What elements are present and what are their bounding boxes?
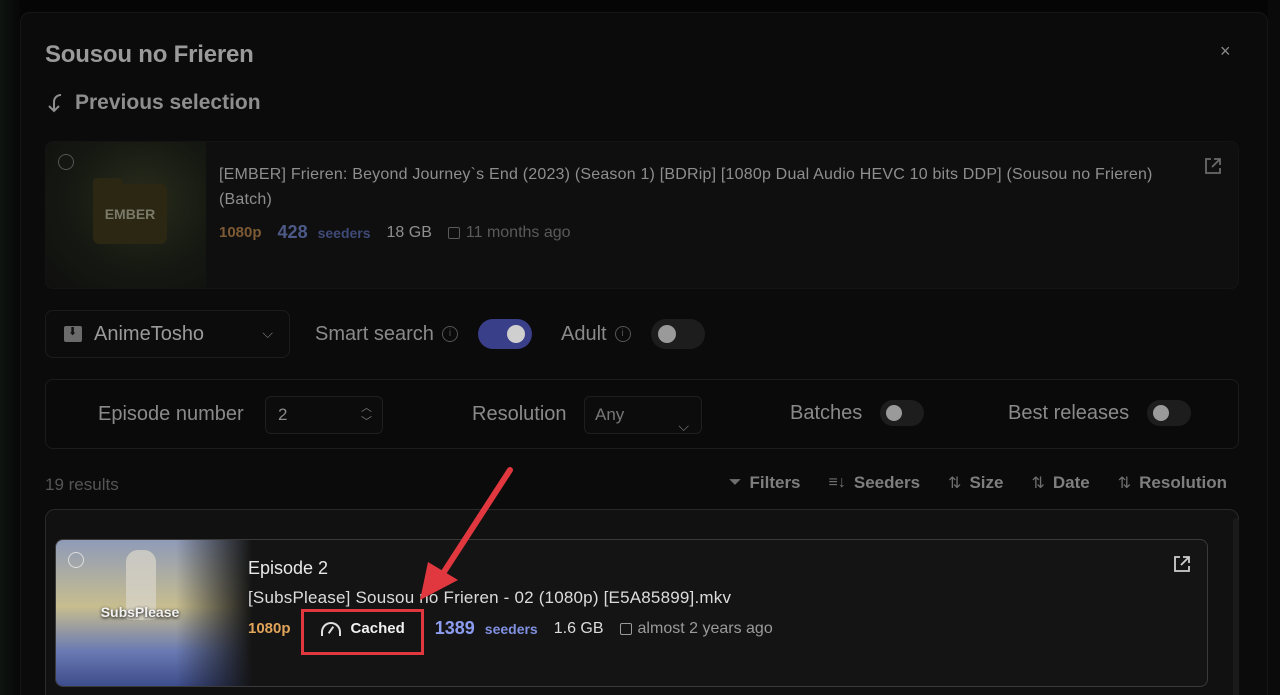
previous-meta: 1080p 428 seeders 18 GB 11 months ago — [219, 222, 571, 243]
sort-icon: ⇅ — [1031, 475, 1045, 492]
folder-icon: EMBER — [93, 178, 167, 244]
calendar-icon — [447, 226, 460, 239]
file-name: [SubsPlease] Sousou no Frieren - 02 (108… — [248, 588, 732, 607]
resolution-badge: 1080p — [248, 620, 291, 637]
episode-title: Episode 2 — [248, 558, 329, 578]
results-count: 19 results — [45, 475, 119, 494]
scrollbar[interactable] — [1233, 518, 1239, 695]
toggle-knob — [886, 405, 903, 421]
backdrop-right — [1268, 0, 1280, 695]
upload-date: almost 2 years ago — [619, 619, 773, 638]
info-icon[interactable]: i — [614, 326, 631, 342]
sort-date-label: Date — [1052, 473, 1090, 492]
previous-selection-header: Previous selection — [45, 91, 261, 115]
chevron-down-icon: ⌵ — [262, 325, 273, 341]
download-box-icon — [64, 325, 82, 342]
adult-label: Adult — [561, 322, 607, 345]
result-thumbnail: SubsPlease — [56, 540, 252, 686]
result-meta: 1080p Cached 1389 seeders 1.6 GB almost … — [248, 618, 773, 639]
select-check-icon[interactable] — [58, 154, 74, 170]
info-icon[interactable]: i — [441, 326, 458, 342]
previous-thumb-label: EMBER — [104, 206, 156, 222]
select-check-icon[interactable] — [68, 552, 84, 568]
sort-seeders-label: Seeders — [853, 473, 921, 492]
result-item[interactable]: SubsPlease Episode 2 [SubsPlease] Sousou… — [55, 539, 1208, 687]
results-toolbar: 19 results ⏷ Filters ≡↓ Seeders ⇅ Size ⇅ Dat… — [45, 473, 1239, 497]
upload-date: 11 months ago — [447, 223, 571, 242]
previous-selection-card[interactable]: EMBER [EMBER] Frieren: Beyond Journey`s … — [45, 141, 1239, 289]
upload-date-text: 11 months ago — [465, 223, 571, 241]
seeders-count: 1389 — [434, 618, 475, 638]
external-link-icon[interactable] — [1172, 554, 1192, 574]
calendar-icon — [619, 622, 632, 635]
number-stepper[interactable]: ︿ ﹀ — [361, 401, 372, 429]
episode-number-value: 2 — [278, 405, 288, 424]
batches-label: Batches — [790, 401, 863, 424]
adult-toggle[interactable] — [650, 319, 705, 349]
sort-options: ⏷ Filters ≡↓ Seeders ⇅ Size ⇅ Date ⇅ Resoluti… — [729, 473, 1227, 493]
smart-search-label: Smart search — [315, 322, 434, 345]
file-size: 1.6 GB — [553, 619, 604, 637]
sort-seeders-button[interactable]: ≡↓ Seeders — [829, 473, 921, 493]
best-releases-control: Best releases — [1008, 400, 1192, 426]
upload-date-text: almost 2 years ago — [637, 619, 773, 637]
provider-label: AnimeTosho — [94, 322, 205, 345]
filters-button[interactable]: ⏷ Filters — [729, 473, 801, 493]
adult-control: Adult i — [561, 319, 705, 349]
previous-selection-label: Previous selection — [75, 91, 261, 114]
seeders-label: seeders — [317, 224, 371, 241]
smart-search-control: Smart search i — [315, 319, 532, 349]
backdrop — [0, 0, 20, 695]
best-releases-label: Best releases — [1008, 401, 1130, 424]
best-releases-toggle[interactable] — [1147, 400, 1192, 426]
sort-resolution-label: Resolution — [1139, 473, 1227, 492]
toggle-knob — [1153, 405, 1170, 421]
resolution-value: Any — [595, 405, 625, 424]
smart-search-toggle[interactable] — [477, 319, 532, 349]
seeders-count: 428 — [277, 222, 308, 242]
previous-thumbnail: EMBER — [46, 142, 206, 288]
modal-title: Sousou no Frieren — [45, 41, 254, 68]
resolution-select[interactable]: Any ⌵ — [584, 396, 702, 434]
file-size: 18 GB — [386, 223, 432, 241]
resolution-label: Resolution — [472, 403, 567, 425]
sort-date-button[interactable]: ⇅ Date — [1031, 473, 1089, 493]
close-icon[interactable]: × — [1220, 41, 1231, 62]
previous-title: [EMBER] Frieren: Beyond Journey`s End (2… — [219, 166, 1153, 208]
seeders-label: seeders — [484, 620, 538, 637]
external-link-icon[interactable] — [1203, 156, 1223, 176]
resolution-badge: 1080p — [219, 224, 262, 241]
batches-toggle[interactable] — [880, 400, 925, 426]
sort-resolution-button[interactable]: ⇅ Resolution — [1118, 473, 1227, 493]
batches-control: Batches — [790, 400, 925, 426]
episode-number-input[interactable]: 2 ︿ ﹀ — [265, 396, 383, 434]
cached-label: Cached — [350, 620, 405, 637]
sort-size-button[interactable]: ⇅ Size — [948, 473, 1003, 493]
episode-number-label: Episode number — [98, 403, 244, 425]
sort-size-label: Size — [969, 473, 1004, 492]
cached-badge: Cached — [307, 620, 419, 637]
return-arrow-icon — [48, 94, 62, 113]
sort-icon: ⇅ — [948, 475, 962, 492]
toggle-knob — [506, 325, 525, 343]
filter-panel: Episode number 2 ︿ ﹀ Resolution Any ⌵ Bat… — [45, 379, 1239, 449]
result-thumb-label: SubsPlease — [100, 604, 180, 620]
provider-select[interactable]: AnimeTosho ⌵ — [45, 310, 290, 358]
chevron-down-icon: ⌵ — [678, 418, 689, 434]
sort-icon: ⇅ — [1117, 475, 1132, 492]
funnel-icon: ⏷ — [728, 474, 742, 491]
toggle-knob — [657, 325, 676, 343]
filters-label: Filters — [749, 473, 801, 492]
speedometer-icon — [320, 621, 341, 636]
sort-desc-icon: ≡↓ — [828, 474, 846, 491]
